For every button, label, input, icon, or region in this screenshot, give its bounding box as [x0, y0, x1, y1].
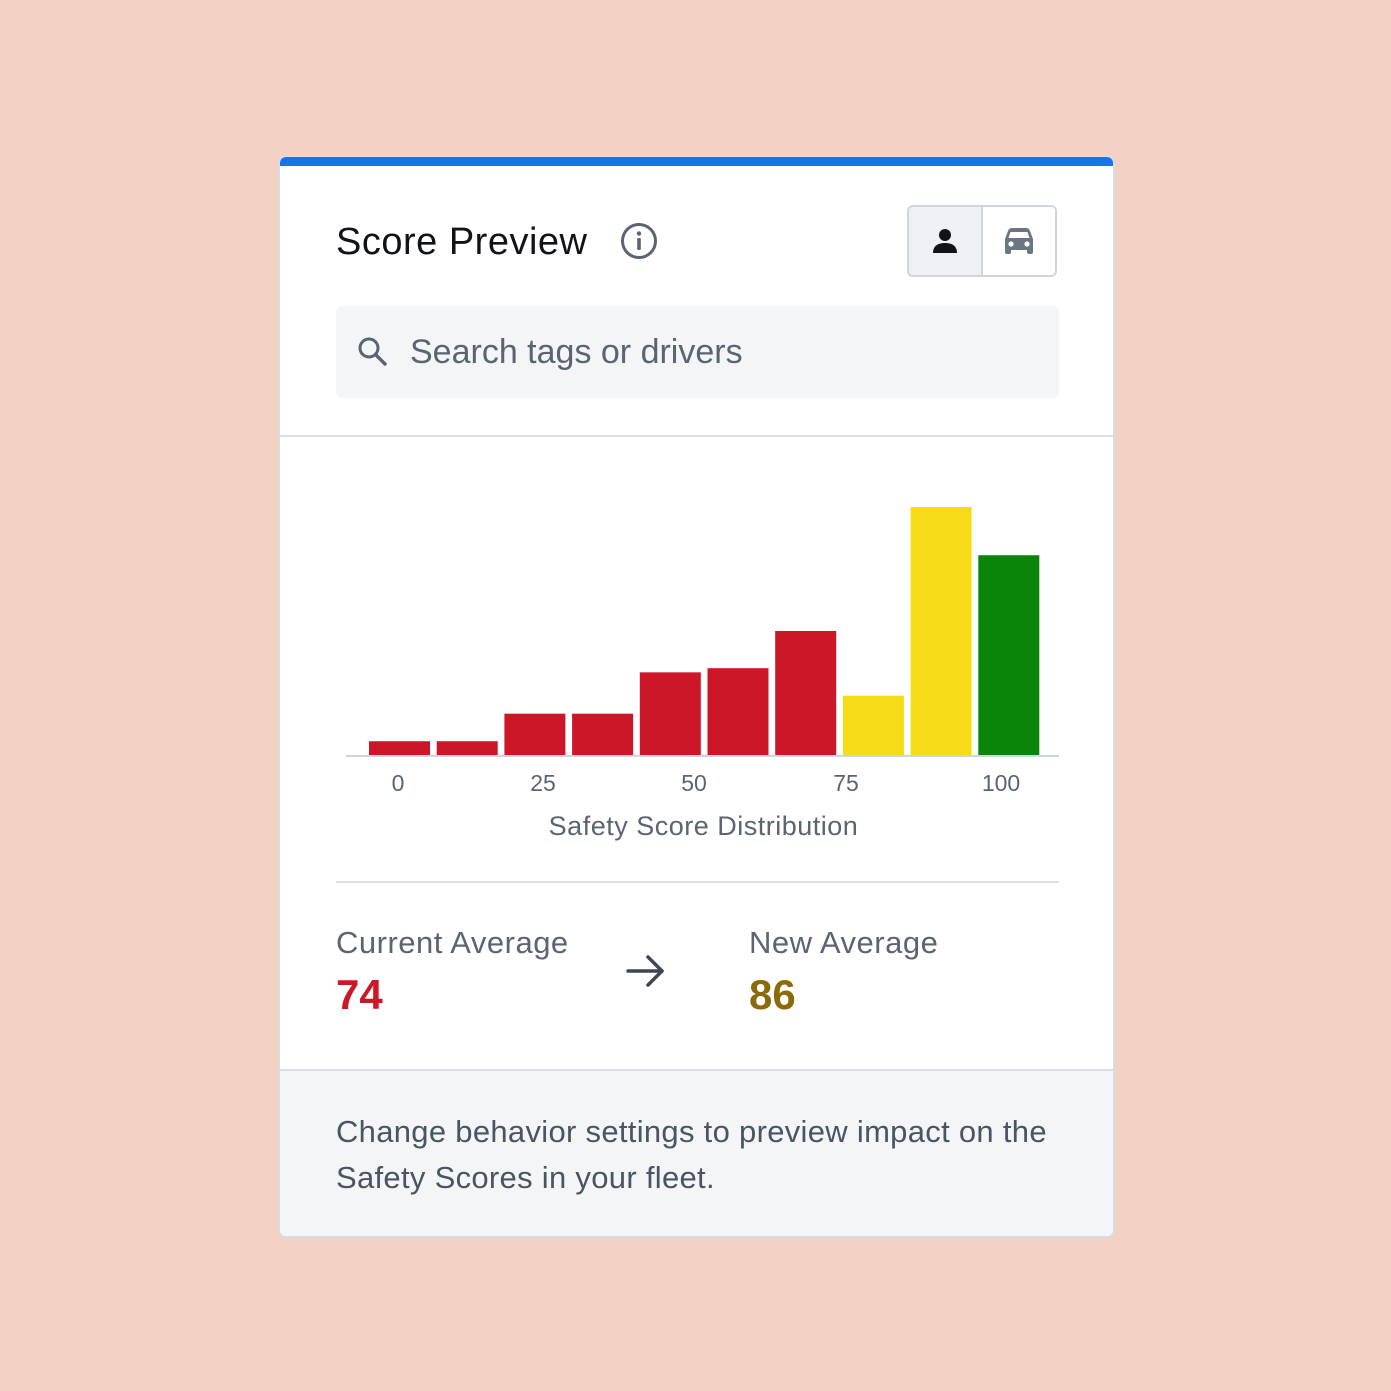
histogram-bar	[504, 713, 566, 755]
stats-divider	[336, 881, 1059, 883]
driver-view-button[interactable]	[909, 207, 981, 275]
current-average-value: 74	[336, 971, 383, 1018]
histogram-bar	[910, 507, 972, 755]
vehicle-view-button[interactable]	[981, 207, 1055, 275]
card-header: Score Preview	[336, 205, 1057, 277]
histogram-bar	[775, 631, 837, 755]
current-average-label: Current Average	[336, 925, 569, 960]
histogram-bar	[369, 741, 430, 755]
view-toggle	[907, 205, 1057, 277]
histogram-bar	[978, 555, 1040, 755]
footer-hint-text: Change behavior settings to preview impa…	[336, 1114, 1047, 1195]
search-icon	[358, 337, 387, 366]
histogram-bar	[707, 668, 769, 755]
arrow-right-icon	[626, 955, 664, 987]
car-icon	[1005, 228, 1033, 254]
search-input[interactable]	[410, 332, 1030, 372]
averages-section: Current Average 74 New Average 86	[336, 925, 1059, 1035]
histogram-bar	[436, 741, 498, 755]
safety-score-chart: 0 25 50 75 100 Safety Score Distribution	[336, 457, 1059, 857]
x-tick-label: 75	[833, 770, 859, 796]
score-preview-card: Score Preview Search tags or drivers 0 2…	[278, 155, 1115, 1238]
x-tick-label: 100	[982, 770, 1020, 796]
x-tick-label: 50	[681, 770, 707, 796]
header-divider	[280, 435, 1113, 437]
histogram-bar	[842, 695, 904, 755]
chart-svg: 0 25 50 75 100	[346, 507, 1059, 796]
histogram-bar	[639, 672, 701, 755]
x-tick-label: 25	[530, 770, 556, 796]
card-title: Score Preview	[336, 221, 588, 263]
new-average-label: New Average	[749, 925, 939, 960]
person-icon	[933, 229, 957, 253]
card-accent-bar	[280, 157, 1113, 166]
new-average: New Average 86	[749, 925, 938, 1019]
new-average-value: 86	[749, 971, 796, 1018]
histogram-bar	[572, 713, 634, 755]
card-footer: Change behavior settings to preview impa…	[280, 1069, 1113, 1236]
chart-x-axis-label: Safety Score Distribution	[548, 811, 859, 841]
search-bar[interactable]	[336, 306, 1059, 398]
x-tick-label: 0	[392, 770, 405, 796]
info-circle-icon[interactable]	[620, 222, 658, 260]
current-average: Current Average 74	[336, 925, 569, 1019]
